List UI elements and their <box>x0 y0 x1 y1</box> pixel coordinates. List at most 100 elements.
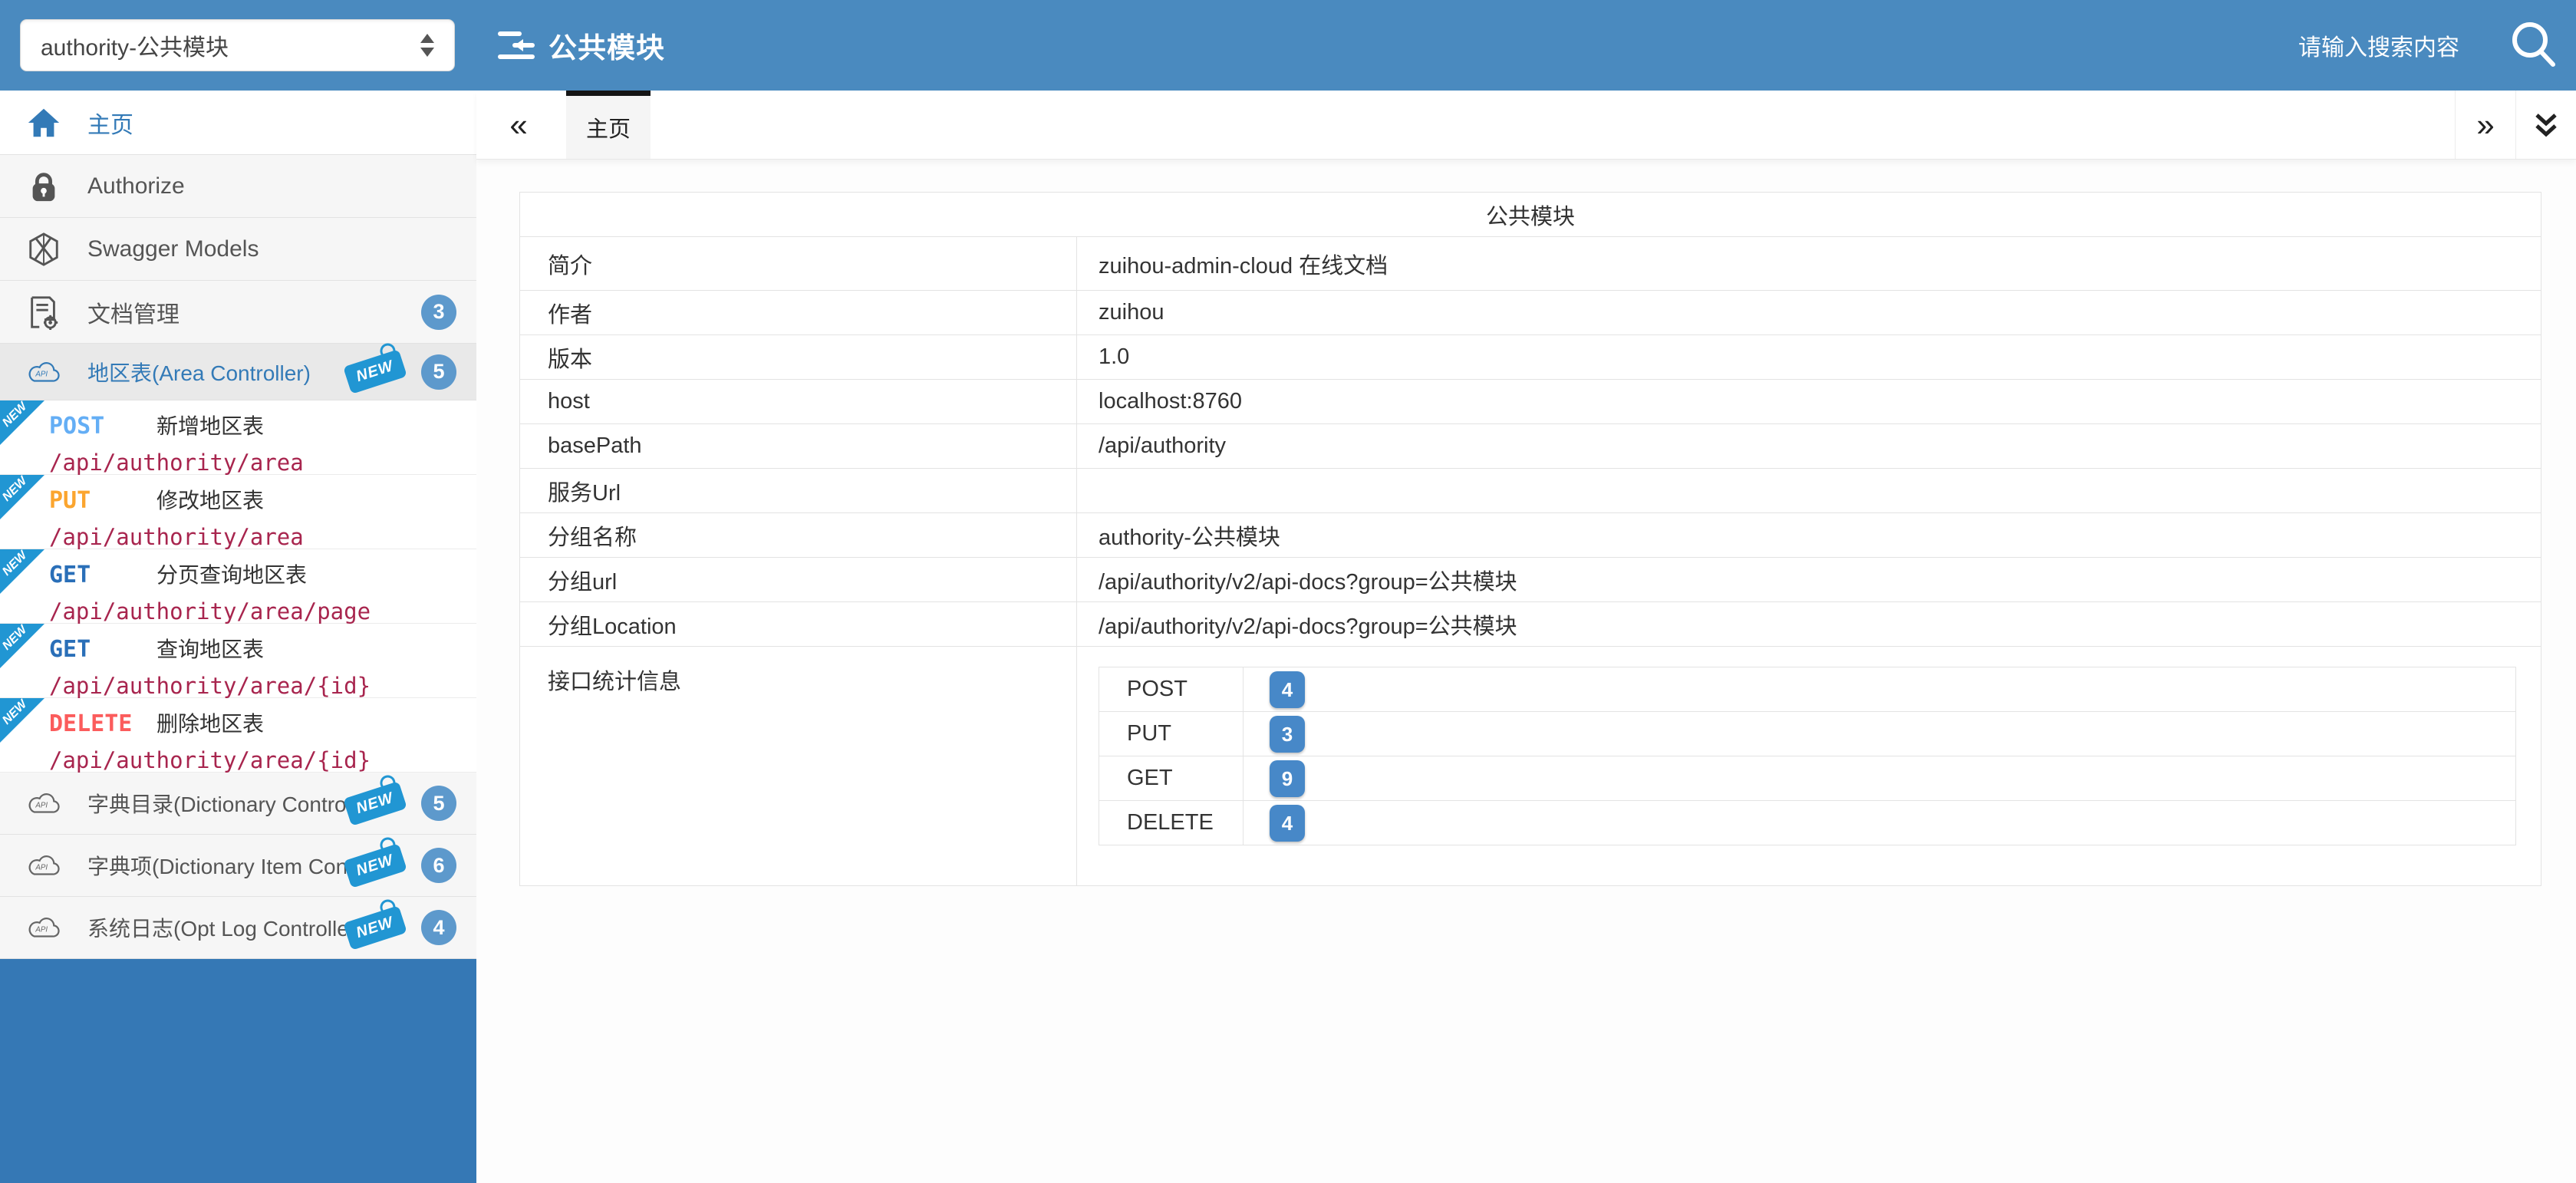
endpoint-path: /api/authority/area/page <box>49 598 476 624</box>
new-tag-badge: NEW <box>343 781 407 826</box>
cloud-api-icon: API <box>26 848 61 883</box>
stats-count-badge: 4 <box>1270 805 1305 842</box>
sidebar-item-opt-log-controller[interactable]: API 系统日志(Opt Log Controller) NEW 4 <box>0 897 476 959</box>
cloud-api-icon: API <box>26 786 61 821</box>
sidebar-item-home[interactable]: 主页 <box>0 91 476 155</box>
tabbar-spacer <box>651 91 2455 159</box>
endpoint-post-area[interactable]: NEW POST 新增地区表 /api/authority/area <box>0 400 476 475</box>
sidebar-item-authorize[interactable]: Authorize <box>0 155 476 218</box>
new-tag-badge: NEW <box>343 349 407 394</box>
sidebar-item-dictionary-controller[interactable]: API 字典目录(Dictionary Controller) NEW 5 <box>0 773 476 835</box>
table-row: 版本 1.0 <box>520 335 2541 380</box>
row-value: zuihou-admin-cloud 在线文档 <box>1077 237 2541 291</box>
endpoint-path: /api/authority/area <box>49 450 476 476</box>
stats-count-cell: 4 <box>1244 801 2516 845</box>
page-title-text: 公共模块 <box>548 25 665 66</box>
endpoint-get-area-page[interactable]: NEW GET 分页查询地区表 /api/authority/area/page <box>0 549 476 624</box>
stats-method-label: POST <box>1099 667 1244 712</box>
stats-method-label: DELETE <box>1099 801 1244 845</box>
table-row: 服务Url <box>520 469 2541 513</box>
sidebar: 主页 Authorize Swagger Models <box>0 91 476 1183</box>
svg-text:API: API <box>35 863 48 872</box>
table-row: 分组url /api/authority/v2/api-docs?group=公… <box>520 558 2541 602</box>
http-method-label: GET <box>49 562 156 588</box>
sidebar-item-label: 主页 <box>87 106 476 140</box>
tab-home-label: 主页 <box>586 111 631 143</box>
table-row: basePath /api/authority <box>520 424 2541 469</box>
indent-arrow-icon <box>496 27 536 64</box>
tab-bar: « 主页 » <box>476 91 2576 160</box>
document-gear-icon <box>26 295 61 330</box>
row-value: zuihou <box>1077 291 2541 335</box>
endpoint-title: 修改地区表 <box>156 484 264 515</box>
tabs-collapse-all-icon[interactable] <box>2515 91 2576 159</box>
page-title: 公共模块 <box>496 25 665 66</box>
sidebar-item-label: 字典项(Dictionary Item Controller) <box>87 850 346 881</box>
search-icon[interactable] <box>2502 14 2565 77</box>
stats-count-cell: 9 <box>1244 756 2516 801</box>
new-tag-badge: NEW <box>343 843 407 888</box>
table-row: 作者 zuihou <box>520 291 2541 335</box>
row-value <box>1077 469 2541 513</box>
endpoint-get-area-id[interactable]: NEW GET 查询地区表 /api/authority/area/{id} <box>0 624 476 698</box>
row-label: host <box>520 380 1077 424</box>
api-stats-table: POST 4 PUT 3 <box>1099 667 2516 845</box>
stats-row: POST 4 <box>1099 667 2516 712</box>
endpoint-put-area[interactable]: NEW PUT 修改地区表 /api/authority/area <box>0 475 476 549</box>
count-badge: 4 <box>421 910 456 945</box>
api-group-select-value: authority-公共模块 <box>41 28 411 62</box>
row-label: 分组Location <box>520 602 1077 647</box>
api-group-select[interactable]: authority-公共模块 <box>20 19 455 71</box>
table-row: host localhost:8760 <box>520 380 2541 424</box>
cloud-api-icon: API <box>26 354 61 390</box>
select-updown-arrows-icon <box>420 34 434 57</box>
lock-icon <box>26 169 61 204</box>
module-info-table: 公共模块 简介 zuihou-admin-cloud 在线文档 作者 zuiho… <box>519 192 2541 886</box>
endpoint-path: /api/authority/area/{id} <box>49 673 476 699</box>
svg-text:API: API <box>35 370 48 378</box>
endpoint-title: 新增地区表 <box>156 410 264 440</box>
endpoint-title: 查询地区表 <box>156 633 264 664</box>
row-label: 服务Url <box>520 469 1077 513</box>
doc-content: 公共模块 简介 zuihou-admin-cloud 在线文档 作者 zuiho… <box>476 160 2576 886</box>
table-row: 分组Location /api/authority/v2/api-docs?gr… <box>520 602 2541 647</box>
table-row: 分组名称 authority-公共模块 <box>520 513 2541 558</box>
endpoint-path: /api/authority/area/{id} <box>49 747 476 773</box>
endpoint-delete-area-id[interactable]: NEW DELETE 删除地区表 /api/authority/area/{id… <box>0 698 476 773</box>
top-header: authority-公共模块 公共模块 请输入搜索内容 <box>0 0 2576 91</box>
sidebar-item-doc-manage[interactable]: 文档管理 3 <box>0 281 476 344</box>
http-method-label: PUT <box>49 487 156 514</box>
sidebar-item-label: 地区表(Area Controller) <box>87 357 346 387</box>
row-value: authority-公共模块 <box>1077 513 2541 558</box>
search-placeholder-text[interactable]: 请输入搜索内容 <box>2298 28 2459 62</box>
stats-method-label: PUT <box>1099 712 1244 756</box>
sidebar-item-label: Authorize <box>87 173 476 199</box>
home-icon <box>26 105 61 140</box>
sidebar-item-dictionary-item-controller[interactable]: API 字典项(Dictionary Item Controller) NEW … <box>0 835 476 897</box>
row-label: 分组url <box>520 558 1077 602</box>
tabs-scroll-right-icon[interactable]: » <box>2455 91 2515 159</box>
main-panel: « 主页 » 公共模块 简介 <box>476 91 2576 1183</box>
row-label: 作者 <box>520 291 1077 335</box>
table-title: 公共模块 <box>520 193 2541 237</box>
api-stats-cell: POST 4 PUT 3 <box>1077 647 2541 886</box>
row-label: basePath <box>520 424 1077 469</box>
endpoint-list: NEW POST 新增地区表 /api/authority/area NEW P… <box>0 400 476 773</box>
sidebar-item-label: 系统日志(Opt Log Controller) <box>87 912 346 943</box>
sidebar-item-area-controller[interactable]: API 地区表(Area Controller) NEW 5 <box>0 344 476 400</box>
count-badge: 3 <box>421 295 456 330</box>
row-value: /api/authority/v2/api-docs?group=公共模块 <box>1077 558 2541 602</box>
count-badge: 5 <box>421 786 456 821</box>
http-method-label: POST <box>49 413 156 440</box>
sidebar-item-label: 字典目录(Dictionary Controller) <box>87 788 346 819</box>
tabs-scroll-left-icon[interactable]: « <box>491 91 546 159</box>
row-value: localhost:8760 <box>1077 380 2541 424</box>
endpoint-title: 删除地区表 <box>156 707 264 738</box>
row-value: 1.0 <box>1077 335 2541 380</box>
count-badge: 6 <box>421 848 456 883</box>
sidebar-item-swagger-models[interactable]: Swagger Models <box>0 218 476 281</box>
table-title-row: 公共模块 <box>520 193 2541 237</box>
tab-home[interactable]: 主页 <box>566 91 651 159</box>
double-chevron-down-icon <box>2531 110 2561 140</box>
api-stats-row: 接口统计信息 POST 4 <box>520 647 2541 886</box>
